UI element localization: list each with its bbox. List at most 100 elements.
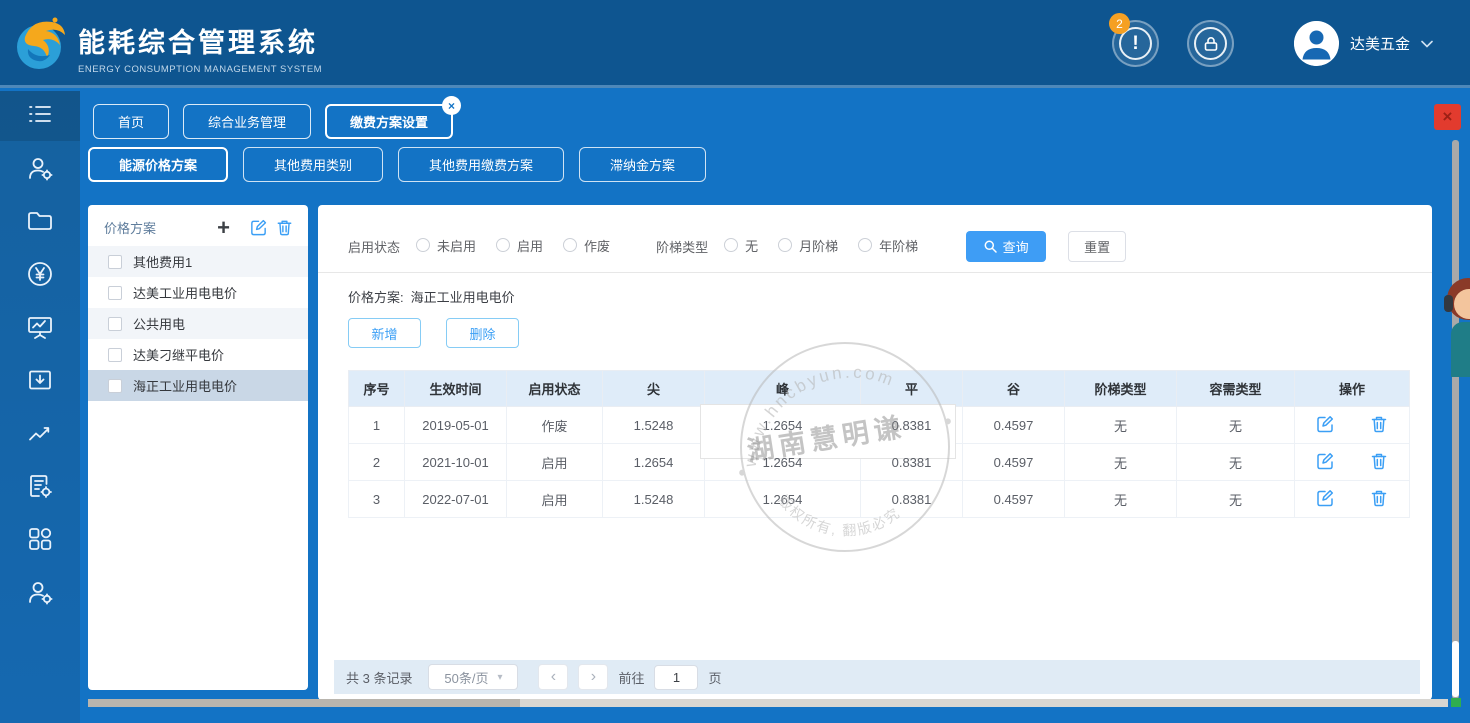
plan-list: 其他费用1 达美工业用电电价公共用电达美刁继平电价海正工业用电电价 (88, 246, 308, 401)
mascot-body (1451, 322, 1470, 377)
edit-row-icon[interactable] (1315, 488, 1335, 511)
checkbox-icon[interactable] (108, 317, 122, 331)
table-cell: 0.4597 (963, 444, 1065, 481)
sidebar-item-0[interactable] (0, 91, 80, 141)
nav-tab-0[interactable]: 首页 (93, 104, 169, 139)
checkbox-icon[interactable] (108, 379, 122, 393)
plan-list-item-3[interactable]: 达美刁继平电价 (88, 339, 308, 370)
document-gear-icon (25, 471, 55, 506)
table-cell: 启用 (507, 444, 603, 481)
edit-row-icon[interactable] (1315, 451, 1335, 474)
sidebar-item-1[interactable] (0, 144, 80, 197)
mascot-helper[interactable] (1444, 278, 1470, 408)
presentation-chart-icon (25, 312, 55, 347)
search-button[interactable]: 查询 (966, 231, 1046, 262)
vertical-scrollbar-thumb[interactable] (1452, 641, 1459, 697)
plan-list-item-0[interactable]: 其他费用1 (88, 246, 308, 277)
delete-row-icon[interactable] (1369, 414, 1389, 437)
status-radio-0[interactable]: 未启用 (416, 236, 476, 255)
radio-icon (778, 238, 792, 252)
search-icon (984, 240, 997, 253)
delete-button[interactable]: 删除 (446, 318, 519, 348)
plan-list-item-1[interactable]: 达美工业用电电价 (88, 277, 308, 308)
plan-panel-header: 价格方案 + (88, 205, 308, 246)
table-row: 32022-07-01启用1.52481.26540.83810.4597无无 (349, 481, 1410, 518)
page-input[interactable]: 1 (654, 665, 698, 690)
sidebar-item-5[interactable] (0, 356, 80, 409)
plan-list-item-2[interactable]: 公共用电 (88, 308, 308, 339)
sidebar-item-7[interactable] (0, 462, 80, 515)
sub-tab-2[interactable]: 其他费用缴费方案 (398, 147, 564, 182)
status-radio-2[interactable]: 作废 (563, 236, 610, 255)
notifications-button[interactable]: 2 ! (1112, 20, 1159, 67)
add-button[interactable]: 新增 (348, 318, 421, 348)
sub-tab-3[interactable]: 滞纳金方案 (579, 147, 706, 182)
delete-plan-icon[interactable] (275, 218, 294, 237)
notification-badge: 2 (1109, 13, 1130, 34)
ladder-radio-1[interactable]: 月阶梯 (778, 236, 838, 255)
table-cell: 0.8381 (861, 481, 963, 518)
delete-row-icon[interactable] (1369, 451, 1389, 474)
sub-tabs: 能源价格方案其他费用类别其他费用缴费方案滞纳金方案 (88, 147, 706, 182)
page-size-value: 50条/页 (444, 668, 488, 687)
user-menu[interactable]: 达美五金 (1294, 21, 1433, 66)
plan-panel-title: 价格方案 (104, 218, 217, 237)
column-header: 容需类型 (1177, 371, 1295, 407)
checkbox-icon[interactable] (108, 255, 122, 269)
close-window-button[interactable]: × (1434, 104, 1461, 130)
app-subtitle: ENERGY CONSUMPTION MANAGEMENT SYSTEM (78, 64, 322, 75)
column-header: 阶梯类型 (1065, 371, 1177, 407)
table-cell: 2021-10-01 (405, 444, 507, 481)
radio-icon (416, 238, 430, 252)
user-gear-alt-icon (25, 577, 55, 612)
edit-row-icon[interactable] (1315, 414, 1335, 437)
folder-download-icon (25, 365, 55, 400)
content-panel: 启用状态 未启用启用作废 阶梯类型 无月阶梯年阶梯 查询 重置 价格方案: 海正… (318, 205, 1432, 700)
column-header: 峰 (705, 371, 861, 407)
plan-item-label: 公共用电 (133, 314, 185, 333)
radio-label: 启用 (517, 236, 543, 255)
checkbox-icon[interactable] (108, 348, 122, 362)
delete-row-icon[interactable] (1369, 488, 1389, 511)
column-header: 生效时间 (405, 371, 507, 407)
checkbox-icon[interactable] (108, 286, 122, 300)
close-tab-icon[interactable]: × (442, 96, 461, 115)
nav-tab-1[interactable]: 综合业务管理 (183, 104, 311, 139)
vertical-scrollbar[interactable] (1452, 140, 1459, 699)
lock-button[interactable] (1187, 20, 1234, 67)
next-page-button[interactable]: › (578, 664, 608, 690)
edit-plan-icon[interactable] (249, 218, 268, 237)
reset-button[interactable]: 重置 (1068, 231, 1126, 262)
plan-item-label: 达美工业用电电价 (133, 283, 237, 302)
app-title: 能耗综合管理系统 (78, 21, 322, 60)
sidebar-item-6[interactable] (0, 409, 80, 462)
sub-tab-1[interactable]: 其他费用类别 (243, 147, 383, 182)
horizontal-scrollbar[interactable] (88, 699, 1448, 707)
avatar (1294, 21, 1339, 66)
price-plan-panel: 价格方案 + 其他费用1 达美工业用电电价公共用电达美刁继平电价海正工业用电电价 (88, 205, 308, 690)
nav-tab-label: 首页 (118, 115, 144, 130)
status-radio-1[interactable]: 启用 (496, 236, 543, 255)
table-cell: 作废 (507, 407, 603, 444)
sidebar-item-3[interactable] (0, 250, 80, 303)
prev-page-button[interactable]: ‹ (538, 664, 568, 690)
column-header: 启用状态 (507, 371, 603, 407)
sub-tab-0[interactable]: 能源价格方案 (88, 147, 228, 182)
sidebar-item-9[interactable] (0, 568, 80, 621)
plan-detail-label: 价格方案: (348, 287, 404, 306)
table-cell: 0.4597 (963, 407, 1065, 444)
add-plan-icon[interactable]: + (217, 219, 230, 237)
pagination-bar: 共 3 条记录 50条/页 ▾ ‹ › 前往 1 页 (334, 660, 1420, 694)
sidebar-item-4[interactable] (0, 303, 80, 356)
horizontal-scrollbar-thumb[interactable] (88, 699, 520, 707)
sidebar-item-8[interactable] (0, 515, 80, 568)
plan-item-label: 其他费用1 (133, 252, 192, 271)
status-radio-group: 未启用 启用 作废 (416, 236, 630, 258)
radio-icon (858, 238, 872, 252)
ladder-radio-2[interactable]: 年阶梯 (858, 236, 918, 255)
nav-tab-2[interactable]: 缴费方案设置× (325, 104, 453, 139)
sidebar-item-2[interactable] (0, 197, 80, 250)
ladder-radio-0[interactable]: 无 (724, 236, 758, 255)
page-size-select[interactable]: 50条/页 ▾ (428, 664, 518, 690)
plan-list-item-4[interactable]: 海正工业用电电价 (88, 370, 308, 401)
